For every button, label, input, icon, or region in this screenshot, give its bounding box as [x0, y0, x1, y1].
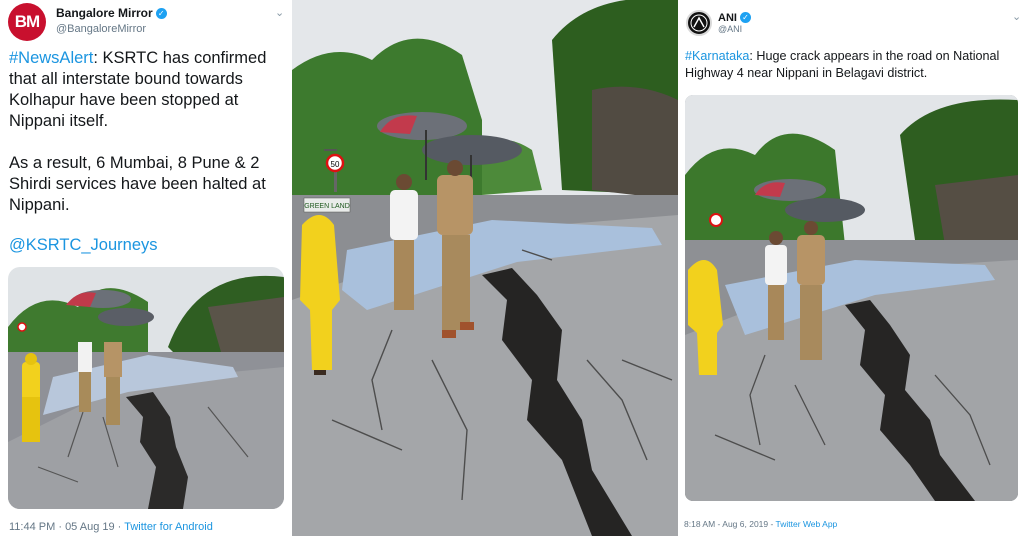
ani-tweet: ANI ✓ @ANI ⌄ #Karnataka: Huge crack appea… — [679, 0, 1024, 536]
verified-badge-icon: ✓ — [155, 8, 167, 19]
tweet-photo[interactable] — [685, 95, 1018, 501]
tweet-date[interactable]: 05 Aug 19 — [65, 521, 115, 533]
chevron-down-icon[interactable]: ⌄ — [275, 6, 284, 19]
tweet-time[interactable]: 11:44 PM — [9, 521, 55, 533]
road-crack-photo — [685, 95, 1018, 501]
mention-link[interactable]: @KSRTC_Journeys — [9, 236, 158, 255]
tweet-date[interactable]: Aug 6, 2019 — [722, 519, 768, 529]
speed-sign-label: 50 — [331, 160, 340, 169]
road-crack-large-photo: 50 GREEN LAND — [292, 0, 678, 536]
handle[interactable]: @ANI — [718, 24, 742, 34]
tweet-body-2: As a result, 6 Mumbai, 8 Pune & 2 Shirdi… — [9, 154, 266, 214]
hashtag-link[interactable]: #NewsAlert — [9, 49, 93, 67]
green-land-sign: GREEN LAND — [304, 203, 350, 210]
tweet-meta: 11:44 PM · 05 Aug 19 · Twitter for Andro… — [9, 521, 213, 533]
tweet-text: #Karnataka: Huge crack appears in the ro… — [685, 48, 1019, 82]
tweet-text: #NewsAlert: KSRTC has confirmed that all… — [9, 48, 279, 132]
tweet-source-link[interactable]: Twitter for Android — [124, 521, 213, 533]
display-name[interactable]: Bangalore Mirror ✓ — [56, 6, 167, 20]
tweet-photo[interactable] — [8, 267, 284, 509]
handle[interactable]: @BangaloreMirror — [56, 23, 146, 35]
tweet-meta: 8:18 AM - Aug 6, 2019 - Twitter Web App — [684, 519, 838, 529]
chevron-down-icon[interactable]: ⌄ — [1012, 10, 1021, 23]
verified-badge-icon: ✓ — [739, 12, 751, 23]
tweet-source-link[interactable]: Twitter Web App — [776, 519, 838, 529]
display-name-text: Bangalore Mirror — [56, 6, 153, 20]
hashtag-link[interactable]: #Karnataka — [685, 49, 749, 63]
road-crack-photo — [8, 267, 284, 509]
display-name[interactable]: ANI ✓ — [718, 12, 751, 24]
bangalore-mirror-avatar[interactable]: BM — [8, 3, 46, 41]
ani-logo-icon — [690, 14, 708, 32]
ani-avatar[interactable] — [686, 10, 712, 36]
bangalore-mirror-tweet: BM Bangalore Mirror ✓ @BangaloreMirror ⌄ … — [0, 0, 290, 536]
road-crack-scene: 50 GREEN LAND — [292, 0, 678, 536]
display-name-text: ANI — [718, 12, 737, 24]
tweet-time[interactable]: 8:18 AM — [684, 519, 715, 529]
